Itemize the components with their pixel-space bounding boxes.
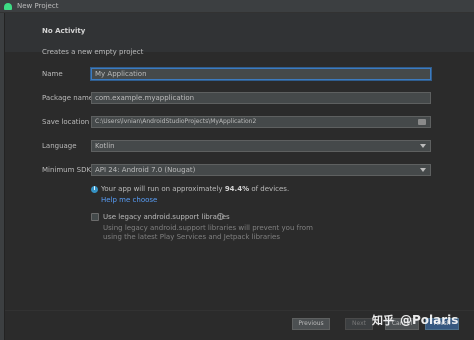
save-location-label: Save location: [42, 118, 90, 126]
package-name-value: com.example.myapplication: [95, 94, 195, 102]
info-icon: i: [91, 186, 98, 193]
chevron-down-icon: [420, 144, 426, 148]
watermark: 知乎 @Polaris: [372, 312, 458, 328]
save-location-value: C:\Users\lvnian\AndroidStudioProjects\My…: [95, 118, 257, 125]
language-value: Kotlin: [95, 142, 115, 150]
previous-button[interactable]: Previous: [292, 318, 330, 330]
save-location-field[interactable]: C:\Users\lvnian\AndroidStudioProjects\My…: [91, 116, 431, 128]
min-sdk-select[interactable]: API 24: Android 7.0 (Nougat): [91, 164, 431, 176]
package-name-field[interactable]: com.example.myapplication: [91, 92, 431, 104]
legacy-support-checkbox[interactable]: [91, 213, 99, 221]
page-title: No Activity: [42, 27, 86, 35]
name-value: My Application: [95, 70, 147, 78]
header-panel: No Activity: [5, 13, 474, 52]
coverage-percent: 94.4%: [224, 185, 250, 193]
language-label: Language: [42, 142, 77, 150]
chevron-down-icon: [420, 168, 426, 172]
next-button[interactable]: Next: [345, 318, 373, 330]
android-studio-icon: [4, 3, 12, 10]
help-me-choose-link[interactable]: Help me choose: [101, 196, 157, 204]
min-sdk-value: API 24: Android 7.0 (Nougat): [95, 166, 196, 174]
page-subtitle: Creates a new empty project: [42, 48, 144, 56]
legacy-support-label[interactable]: Use legacy android.support libraries: [103, 213, 230, 221]
name-field[interactable]: My Application: [91, 68, 431, 80]
package-name-label: Package name: [42, 94, 94, 102]
window-title: New Project: [17, 2, 59, 10]
help-question-icon[interactable]: ?: [217, 213, 224, 220]
folder-icon[interactable]: [418, 119, 426, 125]
legacy-support-description: Using legacy android.support libraries w…: [103, 224, 313, 241]
zhihu-logo: 知乎: [372, 314, 394, 327]
name-label: Name: [42, 70, 63, 78]
title-bar: New Project: [0, 0, 474, 13]
min-sdk-label: Minimum SDK: [42, 166, 92, 174]
language-select[interactable]: Kotlin: [91, 140, 431, 152]
watermark-handle: @Polaris: [400, 313, 459, 327]
left-edge-panel: [0, 13, 5, 340]
device-coverage-text: Your app will run on approximately 94.4%…: [101, 185, 290, 193]
footer-divider: [5, 310, 474, 311]
